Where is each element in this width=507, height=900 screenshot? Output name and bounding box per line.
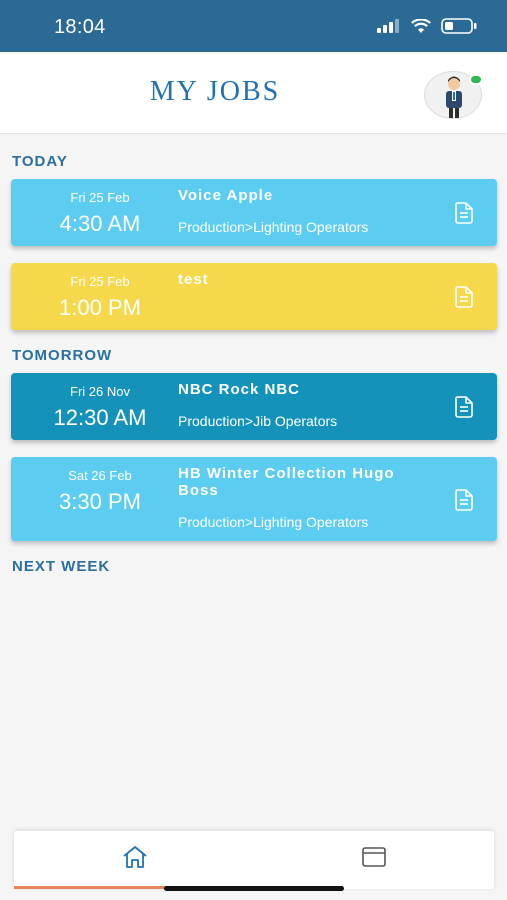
job-date: Fri 25 Feb (70, 190, 130, 205)
job-card[interactable]: Sat 26 Feb 3:30 PM HB Winter Collection … (11, 457, 497, 541)
status-time: 18:04 (54, 16, 106, 38)
online-status-dot (469, 74, 483, 85)
job-time: 3:30 PM (59, 489, 141, 514)
battery-icon (441, 18, 477, 34)
header: MY JOBS (0, 52, 507, 134)
job-date: Fri 25 Feb (70, 274, 130, 289)
section-today: TODAY (12, 153, 68, 170)
job-title: test (178, 271, 209, 288)
job-title: HB Winter Collection Hugo Boss (178, 465, 395, 499)
job-date: Fri 26 Nov (70, 384, 130, 399)
document-icon[interactable] (454, 286, 474, 308)
job-category: Production>Lighting Operators (178, 514, 369, 530)
wifi-icon (411, 18, 431, 33)
document-icon[interactable] (454, 202, 474, 224)
bottom-nav (14, 831, 494, 889)
job-title: NBC Rock NBC (178, 381, 301, 398)
calendar-icon[interactable] (362, 846, 386, 867)
job-card[interactable]: Fri 25 Feb 4:30 AM Voice Apple Productio… (11, 179, 497, 246)
status-bar: 18:04 (0, 0, 507, 52)
job-category: Production>Jib Operators (178, 413, 338, 429)
job-card[interactable]: Fri 26 Nov 12:30 AM NBC Rock NBC Product… (11, 373, 497, 440)
home-indicator (164, 886, 344, 891)
job-time: 1:00 PM (59, 295, 141, 320)
job-time: 12:30 AM (53, 405, 147, 430)
document-icon[interactable] (454, 489, 474, 511)
section-tomorrow: TOMORROW (12, 347, 113, 364)
signal-icon (377, 19, 399, 33)
job-card[interactable]: Fri 25 Feb 1:00 PM test (11, 263, 497, 330)
section-next-week: NEXT WEEK (12, 558, 111, 575)
document-icon[interactable] (454, 396, 474, 418)
nav-calendar-tab[interactable] (254, 831, 494, 889)
avatar[interactable] (424, 71, 483, 119)
home-icon[interactable] (122, 845, 148, 869)
status-icons (377, 18, 477, 34)
nav-home-tab[interactable] (14, 831, 254, 889)
job-time: 4:30 AM (59, 211, 141, 236)
page-title: MY JOBS (149, 76, 281, 107)
job-category: Production>Lighting Operators (178, 219, 369, 235)
job-date: Sat 26 Feb (68, 468, 132, 483)
job-title: Voice Apple (178, 187, 274, 204)
